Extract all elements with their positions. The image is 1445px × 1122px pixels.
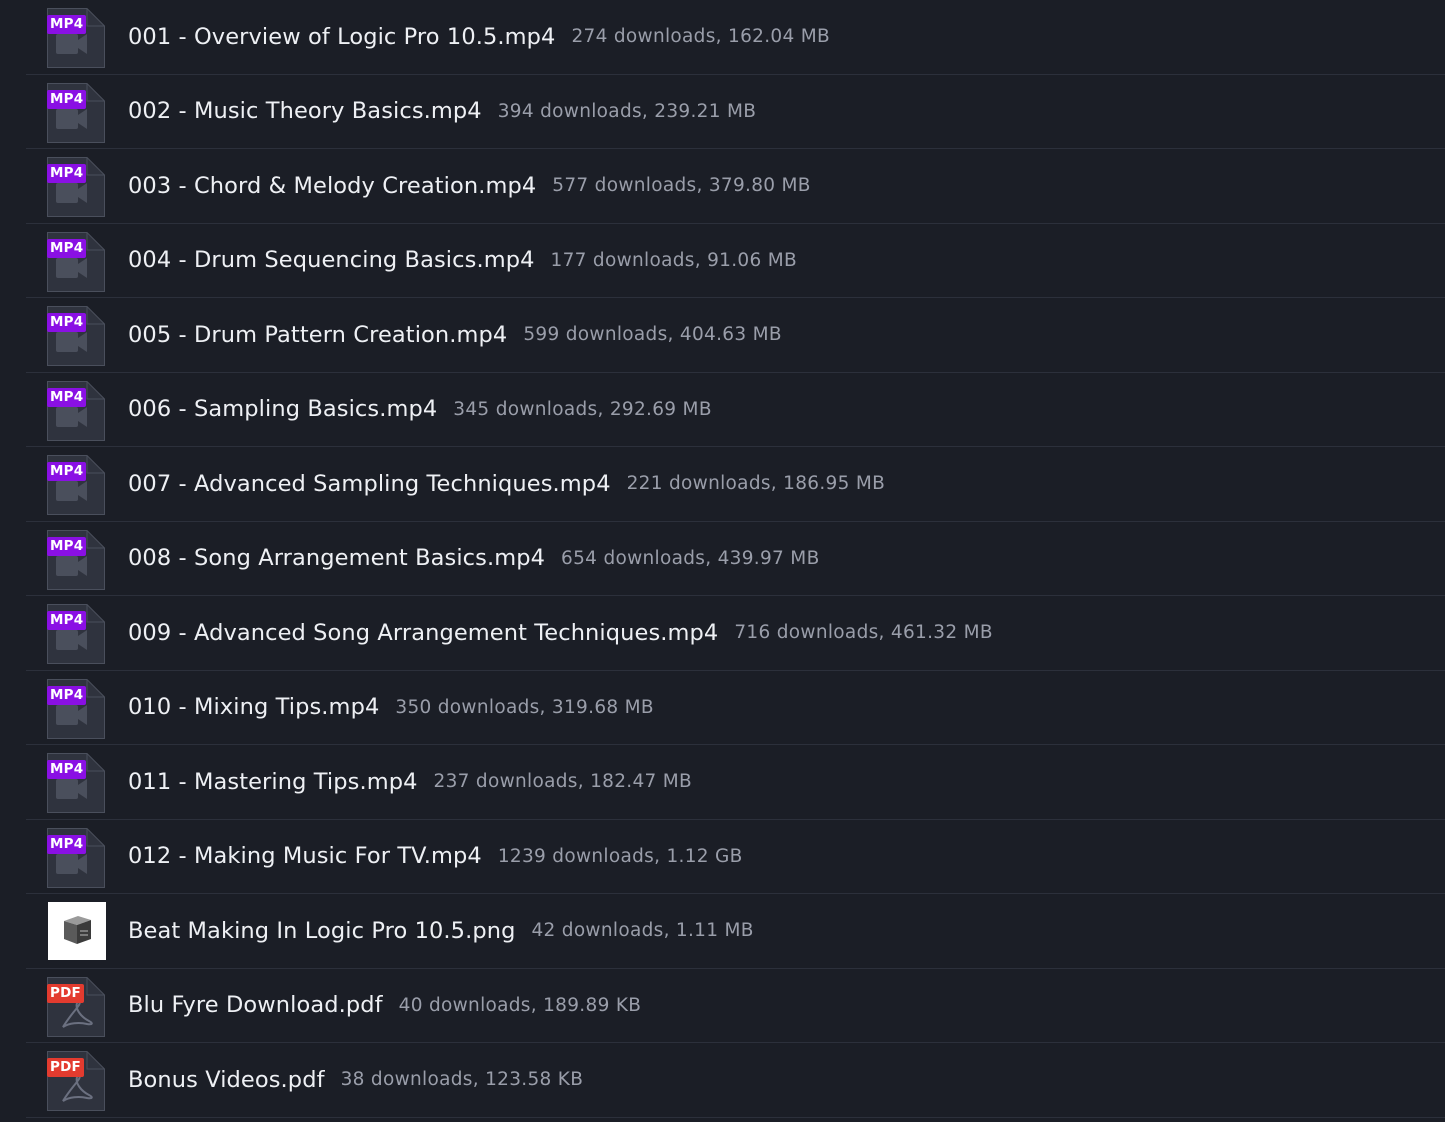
video-file-icon: MP4 [47,529,105,590]
file-text: 005 - Drum Pattern Creation.mp4 599 downl… [128,298,782,372]
file-name-link[interactable]: 007 - Advanced Sampling Techniques.mp4 [128,471,611,497]
file-row[interactable]: PDF Blu Fyre Download.pdf 40 downloads, 18… [26,969,1445,1043]
file-row[interactable]: MP4 009 - Advanced Song Arrangement Techn… [26,596,1445,671]
file-text: 006 - Sampling Basics.mp4 345 downloads, … [128,373,712,447]
file-text: 011 - Mastering Tips.mp4 237 downloads, 1… [128,745,692,819]
file-meta: 38 downloads, 123.58 KB [340,1069,584,1091]
file-text: 002 - Music Theory Basics.mp4 394 downloa… [128,75,756,149]
video-file-icon: MP4 [47,82,105,143]
file-name-link[interactable]: 004 - Drum Sequencing Basics.mp4 [128,247,535,273]
file-name-link[interactable]: 008 - Song Arrangement Basics.mp4 [128,545,545,571]
video-file-icon: MP4 [47,231,105,292]
file-row[interactable]: PDF Bonus Videos.pdf 38 downloads, 123.58 … [26,1043,1445,1118]
file-meta: 42 downloads, 1.11 MB [531,920,754,942]
file-name-link[interactable]: Bonus Videos.pdf [128,1067,325,1093]
file-name-link[interactable]: Beat Making In Logic Pro 10.5.png [128,918,515,944]
file-name-link[interactable]: 006 - Sampling Basics.mp4 [128,396,437,422]
file-row[interactable]: MP4 001 - Overview of Logic Pro 10.5.mp4 2… [26,0,1445,75]
file-meta: 350 downloads, 319.68 MB [395,696,654,718]
file-type-badge: MP4 [47,760,87,779]
file-row[interactable]: MP4 011 - Mastering Tips.mp4 237 downloads… [26,745,1445,820]
file-row[interactable]: MP4 006 - Sampling Basics.mp4 345 download… [26,373,1445,447]
video-file-icon: MP4 [47,604,105,664]
video-file-icon: MP4 [47,455,105,515]
file-meta: 394 downloads, 239.21 MB [497,100,757,122]
file-type-badge: MP4 [47,89,87,109]
file-type-badge: MP4 [47,164,87,183]
file-name-link[interactable]: 001 - Overview of Logic Pro 10.5.mp4 [128,24,555,50]
file-type-badge: MP4 [47,462,87,481]
file-name-link[interactable]: 002 - Music Theory Basics.mp4 [128,98,482,124]
file-meta: 221 downloads, 186.95 MB [626,473,886,495]
file-text: Bonus Videos.pdf 38 downloads, 123.58 KB [128,1043,583,1117]
video-file-icon: MP4 [47,827,105,888]
file-name-link[interactable]: 005 - Drum Pattern Creation.mp4 [128,322,507,348]
pdf-file-icon: PDF [47,1051,105,1111]
video-file-icon: MP4 [47,753,105,813]
file-text: 007 - Advanced Sampling Techniques.mp4 22… [128,447,885,521]
file-row[interactable]: MP4 005 - Drum Pattern Creation.mp4 599 do… [26,298,1445,373]
file-text: 012 - Making Music For TV.mp4 1239 downlo… [128,820,743,894]
file-meta: 1239 downloads, 1.12 GB [497,845,743,867]
file-type-badge: MP4 [47,611,87,630]
file-row[interactable]: MP4 002 - Music Theory Basics.mp4 394 down… [26,75,1445,149]
file-meta: 577 downloads, 379.80 MB [552,175,811,197]
file-name-link[interactable]: 003 - Chord & Melody Creation.mp4 [128,173,536,199]
file-name-link[interactable]: Blu Fyre Download.pdf [128,992,383,1018]
file-type-badge: MP4 [47,685,87,705]
video-file-icon: MP4 [47,157,105,217]
file-row[interactable]: MP4 007 - Advanced Sampling Techniques.mp… [26,447,1445,522]
file-type-badge: MP4 [47,834,87,854]
file-name-link[interactable]: 010 - Mixing Tips.mp4 [128,694,379,720]
file-meta: 237 downloads, 182.47 MB [433,771,693,793]
file-row[interactable]: Beat Making In Logic Pro 10.5.png 42 down… [26,894,1445,969]
file-type-badge: PDF [47,1058,84,1077]
video-file-icon: MP4 [47,8,105,68]
file-type-badge: MP4 [47,238,87,258]
video-file-icon: MP4 [47,306,105,366]
pdf-file-icon: PDF [47,976,105,1037]
file-type-badge: MP4 [47,536,87,556]
file-text: Beat Making In Logic Pro 10.5.png 42 down… [128,894,754,968]
file-meta: 274 downloads, 162.04 MB [571,26,830,48]
file-type-badge: MP4 [47,313,87,332]
file-meta: 599 downloads, 404.63 MB [523,324,782,346]
video-file-icon: MP4 [47,380,105,441]
file-text: 004 - Drum Sequencing Basics.mp4 177 down… [128,224,797,298]
file-text: 010 - Mixing Tips.mp4 350 downloads, 319.… [128,671,654,745]
file-row[interactable]: MP4 008 - Song Arrangement Basics.mp4 654 … [26,522,1445,596]
file-meta: 654 downloads, 439.97 MB [561,547,820,569]
file-text: 003 - Chord & Melody Creation.mp4 577 dow… [128,149,811,223]
file-type-badge: MP4 [47,387,87,407]
file-meta: 177 downloads, 91.06 MB [550,249,797,271]
file-text: 001 - Overview of Logic Pro 10.5.mp4 274 … [128,0,830,74]
file-name-link[interactable]: 012 - Making Music For TV.mp4 [128,843,482,869]
file-text: 008 - Song Arrangement Basics.mp4 654 dow… [128,522,820,596]
file-name-link[interactable]: 011 - Mastering Tips.mp4 [128,769,418,795]
file-row[interactable]: MP4 003 - Chord & Melody Creation.mp4 577 … [26,149,1445,224]
video-file-icon: MP4 [47,678,105,739]
file-text: 009 - Advanced Song Arrangement Techniqu… [128,596,993,670]
image-thumbnail-icon [48,902,106,960]
file-row[interactable]: MP4 010 - Mixing Tips.mp4 350 downloads, 3… [26,671,1445,745]
file-meta: 40 downloads, 189.89 KB [398,994,642,1016]
file-type-badge: PDF [47,983,84,1003]
file-meta: 345 downloads, 292.69 MB [453,398,712,420]
file-text: Blu Fyre Download.pdf 40 downloads, 189.8… [128,969,641,1043]
file-type-badge: MP4 [47,15,87,34]
file-meta: 716 downloads, 461.32 MB [734,622,993,644]
file-list: MP4 001 - Overview of Logic Pro 10.5.mp4 2… [26,0,1445,1118]
file-row[interactable]: MP4 012 - Making Music For TV.mp4 1239 dow… [26,820,1445,894]
file-name-link[interactable]: 009 - Advanced Song Arrangement Techniqu… [128,620,718,646]
file-row[interactable]: MP4 004 - Drum Sequencing Basics.mp4 177 d… [26,224,1445,298]
